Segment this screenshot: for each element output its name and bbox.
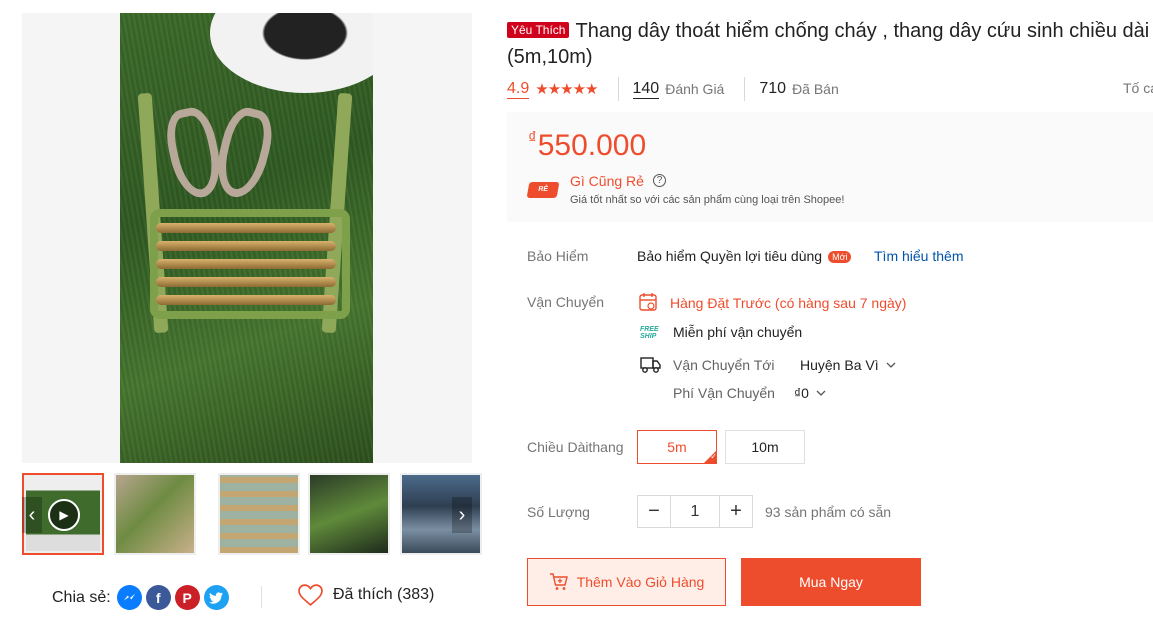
sold-count: 710: [759, 80, 787, 97]
review-count[interactable]: 140: [632, 80, 660, 99]
product-thumbnail[interactable]: [218, 473, 300, 555]
product-price: ₫550.000: [528, 128, 646, 163]
thumbnail-prev-arrow[interactable]: ‹: [22, 497, 42, 533]
share-divider: [261, 586, 262, 608]
shipping-fee-selector[interactable]: ₫0: [794, 385, 826, 401]
truck-icon: [640, 357, 661, 373]
quantity-stepper: − 1 +: [637, 495, 753, 528]
promo-title: Gì Cũng Rẻ: [570, 173, 644, 189]
insurance-value: Bảo hiểm Quyền lợi tiêu dùng Mới: [637, 248, 852, 264]
product-thumbnail[interactable]: [308, 473, 390, 555]
quantity-increase-button[interactable]: +: [720, 496, 752, 527]
rating-row: 4.9 ★★★★★ 140 Đánh Giá 710 Đã Bán: [507, 77, 839, 101]
cart-add-icon: [549, 573, 568, 590]
shipping-fee-value: ₫0: [794, 385, 809, 401]
learn-more-link[interactable]: Tìm hiểu thêm: [874, 248, 963, 264]
shipping-label: Vận Chuyển: [527, 294, 605, 310]
ship-to-label: Vận Chuyển Tới: [673, 357, 775, 373]
main-product-image[interactable]: [22, 13, 472, 463]
chevron-down-icon: [886, 362, 895, 368]
promo-description: Giá tốt nhất so với các sản phẩm cùng lo…: [570, 194, 845, 206]
ship-to-value: Huyện Ba Vì: [800, 357, 879, 373]
report-link[interactable]: Tố cáo: [1123, 80, 1153, 96]
star-rating-icon: ★★★★★: [535, 81, 598, 98]
add-to-cart-button[interactable]: Thêm Vào Giỏ Hàng: [527, 558, 726, 606]
quantity-input[interactable]: 1: [670, 496, 720, 527]
product-title: Thang dây thoát hiểm chống cháy , thang …: [507, 20, 1150, 68]
facebook-icon[interactable]: f: [145, 585, 171, 610]
calendar-clock-icon: [639, 293, 657, 311]
ship-to-selector[interactable]: Huyện Ba Vì: [800, 357, 896, 373]
new-badge: Mới: [828, 251, 852, 263]
help-icon[interactable]: ?: [653, 174, 666, 187]
price-value: 550.000: [537, 129, 647, 162]
variation-label: Chiều Dàithang: [527, 439, 624, 455]
insurance-text: Bảo hiểm Quyền lợi tiêu dùng: [637, 248, 823, 264]
price-box: ₫550.000 RẺ Gì Cũng Rẻ ? Giá tốt nhất so…: [507, 112, 1153, 222]
variation-option-10m[interactable]: 10m: [725, 430, 805, 464]
like-count-label: Đã thích (383): [333, 586, 435, 603]
variation-option-label: 10m: [751, 439, 779, 455]
buy-now-button[interactable]: Mua Ngay: [741, 558, 921, 606]
sold-label: Đã Bán: [792, 81, 839, 97]
variation-option-label: 5m: [667, 439, 687, 455]
thumbnail-strip: ▶ ‹ ›: [22, 473, 482, 555]
quantity-label: Số Lượng: [527, 504, 590, 520]
play-icon[interactable]: ▶: [48, 499, 80, 531]
share-label: Chia sẻ:: [52, 588, 111, 606]
thumbnail-next-arrow[interactable]: ›: [452, 497, 472, 533]
heart-icon: [298, 584, 323, 606]
selected-check-icon: [703, 450, 717, 464]
currency-symbol: ₫: [528, 128, 537, 147]
quantity-decrease-button[interactable]: −: [638, 496, 670, 527]
product-photo: [120, 13, 373, 463]
product-title-row: Yêu Thích Thang dây thoát hiểm chống cháy…: [507, 18, 1153, 70]
rating-score[interactable]: 4.9: [507, 80, 530, 99]
chevron-down-icon: [816, 390, 826, 396]
stock-available: 93 sản phẩm có sẵn: [765, 504, 892, 520]
favorite-badge: Yêu Thích: [507, 22, 570, 38]
variation-option-5m[interactable]: 5m: [637, 430, 717, 464]
product-thumbnail[interactable]: [114, 473, 196, 555]
add-to-cart-label: Thêm Vào Giỏ Hàng: [576, 574, 705, 590]
free-ship-icon: FREE SHIP: [640, 326, 659, 340]
review-label: Đánh Giá: [665, 81, 725, 97]
like-button[interactable]: Đã thích (383): [298, 584, 434, 606]
shipping-fee-label: Phí Vận Chuyển: [673, 385, 775, 401]
share-bar: Chia sẻ: f P: [52, 585, 229, 610]
pinterest-icon[interactable]: P: [174, 585, 200, 610]
cheap-deal-logo-icon: RẺ: [526, 182, 560, 198]
messenger-icon[interactable]: [116, 585, 142, 610]
twitter-icon[interactable]: [203, 585, 229, 610]
free-shipping-text: Miễn phí vận chuyển: [673, 324, 803, 340]
preorder-notice: Hàng Đặt Trước (có hàng sau 7 ngày): [670, 295, 907, 311]
insurance-label: Bảo Hiểm: [527, 248, 589, 264]
